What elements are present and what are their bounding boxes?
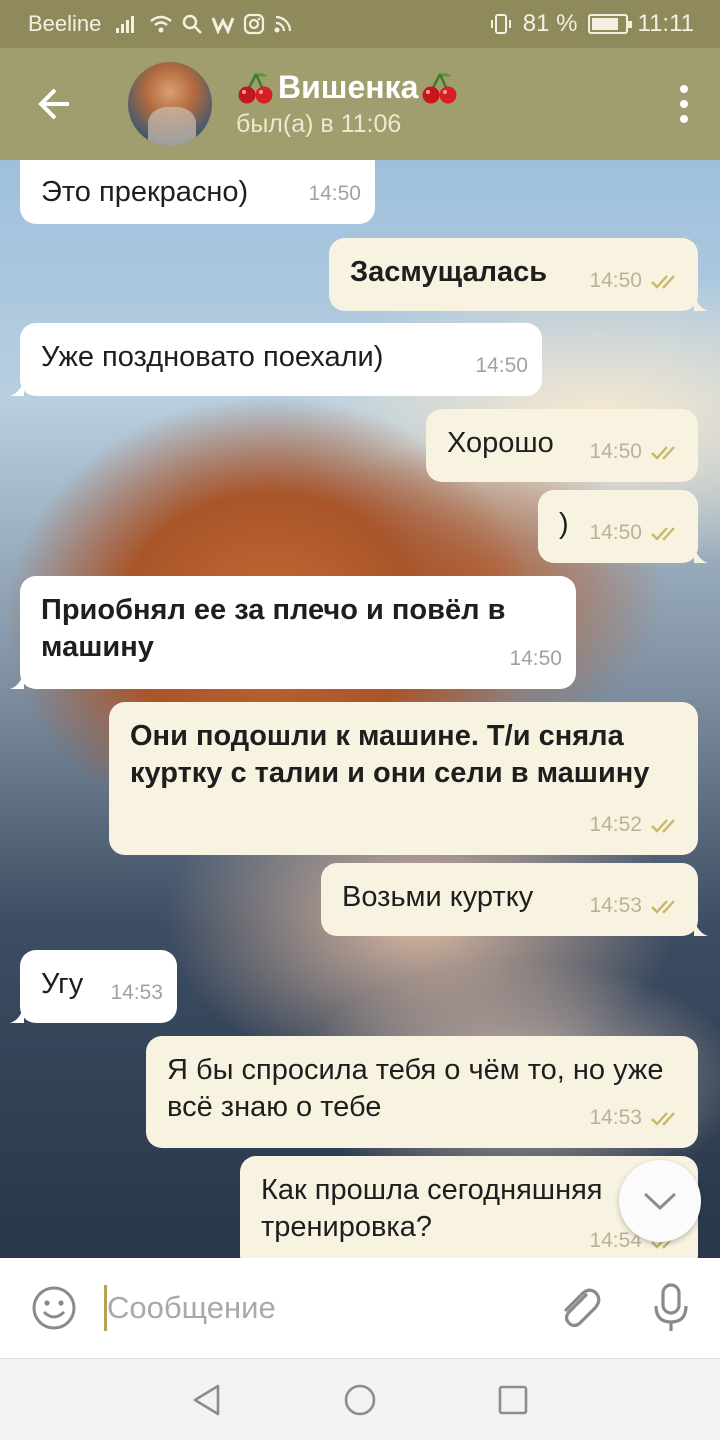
message-text: Приобнял ее за плечо и повёл в машину <box>41 594 506 663</box>
microphone-icon <box>654 1283 688 1331</box>
message-time: 14:50 <box>509 647 562 670</box>
last-seen-status: был(а) в 11:06 <box>236 110 402 138</box>
message-incoming[interactable]: Уже поздновато поехали) 14:50 <box>10 323 542 396</box>
scroll-down-button[interactable] <box>619 1160 701 1242</box>
chat-title: Вишенка <box>236 69 460 106</box>
message-outgoing[interactable]: Засмущалась 14:50 <box>329 238 708 311</box>
message-outgoing[interactable]: Хорошо 14:50 <box>426 409 698 482</box>
message-text: Уже поздновато поехали) <box>41 341 384 373</box>
message-time: 14:53 <box>589 1106 642 1129</box>
chat-name: Вишенка <box>278 69 419 105</box>
message-incoming[interactable]: Это прекрасно) 14:50 <box>20 160 375 224</box>
carrier-label: Beeline <box>28 11 102 36</box>
double-check-icon <box>651 818 675 833</box>
message-meta: 14:53 <box>589 1099 684 1136</box>
emoji-button[interactable] <box>0 1284 108 1332</box>
bubble-tail <box>10 376 24 396</box>
battery-percent: 81 % <box>522 10 578 37</box>
message-composer <box>0 1258 720 1358</box>
message-time: 14:50 <box>589 269 642 292</box>
message-incoming[interactable]: Приобнял ее за плечо и повёл в машину 14… <box>10 576 576 689</box>
message-meta: 14:50 <box>589 262 684 299</box>
bubble-tail <box>694 291 708 311</box>
message-time: 14:50 <box>589 521 642 544</box>
message-time: 14:50 <box>589 440 642 463</box>
message-meta: 14:53 <box>589 887 684 924</box>
chevron-down-icon <box>643 1192 677 1211</box>
message-time: 14:50 <box>308 182 361 205</box>
battery-level <box>591 18 618 30</box>
message-time: 14:50 <box>475 354 528 377</box>
message-input[interactable] <box>107 1283 527 1333</box>
microphone-button[interactable] <box>641 1282 701 1334</box>
menu-dot <box>680 115 688 123</box>
bubble-tail <box>10 1003 24 1023</box>
message-time: 14:53 <box>110 981 163 1004</box>
message-meta: 14:53 <box>110 974 163 1011</box>
avatar[interactable] <box>128 62 212 146</box>
double-check-icon <box>651 1111 675 1126</box>
message-meta: 14:50 <box>475 347 528 384</box>
signal-icon <box>116 16 135 33</box>
message-meta: 14:50 <box>308 175 361 212</box>
chat-title-block[interactable]: Вишенка был(а) в 11:06 <box>236 69 460 139</box>
double-check-icon <box>651 526 675 541</box>
message-outgoing[interactable]: Я бы спросила тебя о чём то, но уже всё … <box>146 1036 698 1148</box>
nav-home-icon[interactable] <box>342 1382 378 1418</box>
system-navigation-bar <box>0 1358 720 1440</box>
message-time: 14:52 <box>589 813 642 836</box>
message-outgoing[interactable]: ) 14:50 <box>538 490 708 563</box>
double-check-icon <box>651 445 675 460</box>
message-meta: 14:50 <box>589 433 684 470</box>
chat-header: Вишенка был(а) в 11:06 <box>0 48 720 160</box>
double-check-icon <box>651 274 675 289</box>
message-meta: 14:50 <box>589 514 684 551</box>
message-meta: 14:52 <box>589 806 684 843</box>
menu-dot <box>680 100 688 108</box>
double-check-icon <box>651 899 675 914</box>
status-bar: Beeline 81 % 11:11 <box>0 0 720 48</box>
cherries-icon <box>422 72 457 103</box>
more-menu-button[interactable] <box>648 48 720 160</box>
vibrate-icon <box>490 14 511 34</box>
arrow-left-icon <box>38 88 69 120</box>
app-w-icon <box>211 17 235 34</box>
paperclip-icon <box>564 1288 601 1328</box>
message-outgoing[interactable]: Они подошли к машине. Т/и сняла куртку с… <box>109 702 698 855</box>
message-incoming[interactable]: Угу 14:53 <box>10 950 177 1023</box>
status-icons <box>115 13 293 35</box>
message-text: Они подошли к машине. Т/и сняла куртку с… <box>130 720 650 789</box>
nav-back-icon[interactable] <box>190 1382 224 1418</box>
message-meta: 14:50 <box>509 640 562 677</box>
more-vertical-icon <box>680 85 688 93</box>
clock: 11:11 <box>637 10 695 37</box>
attach-button[interactable] <box>549 1283 609 1333</box>
back-button[interactable] <box>0 48 110 160</box>
bubble-tail <box>694 543 708 563</box>
smile-icon <box>32 1286 76 1330</box>
chat-history[interactable]: Это прекрасно) 14:50 Засмущалась 14:50 У… <box>0 160 720 1258</box>
battery-icon <box>587 14 632 34</box>
nav-recents-icon[interactable] <box>496 1383 530 1417</box>
message-outgoing[interactable]: Возьми куртку 14:53 <box>321 863 708 936</box>
instagram-icon <box>244 13 265 35</box>
search-icon <box>183 14 203 34</box>
bubble-tail <box>694 916 708 936</box>
bubble-tail <box>10 669 24 689</box>
cherries-icon <box>238 72 273 103</box>
wifi-icon <box>150 15 173 33</box>
message-time: 14:53 <box>589 894 642 917</box>
rss-icon <box>274 15 292 33</box>
